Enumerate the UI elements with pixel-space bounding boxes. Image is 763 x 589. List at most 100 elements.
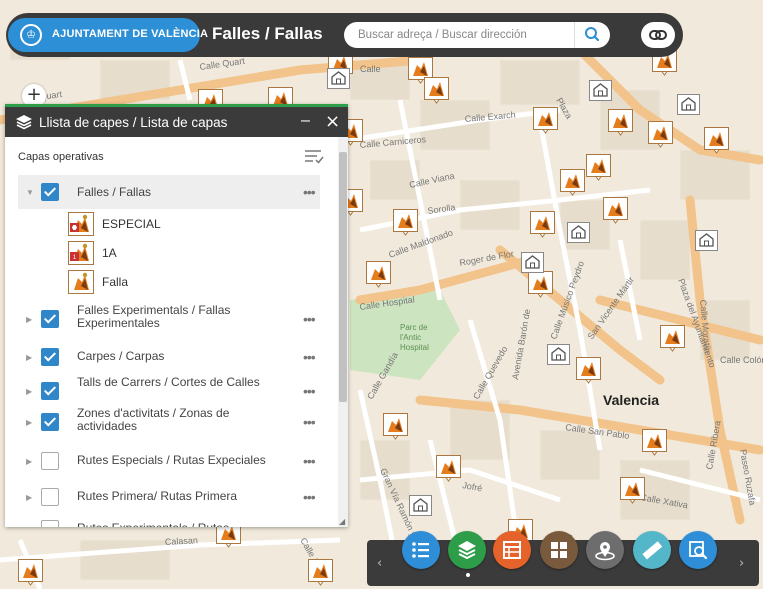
falla-marker[interactable] (586, 154, 611, 181)
layer-row[interactable]: ▶ Rutes Experimentals / Rutas ••• (18, 514, 320, 527)
falla-marker[interactable] (660, 325, 685, 352)
more-options-button[interactable]: ••• (303, 489, 316, 505)
layer-checkbox[interactable] (41, 382, 59, 400)
share-link-button[interactable] (641, 22, 675, 48)
minimize-button[interactable]: – (301, 112, 310, 130)
layer-checkbox[interactable] (41, 520, 59, 527)
falla-marker[interactable] (383, 413, 408, 440)
search-icon (585, 27, 600, 42)
layer-list-panel: Llista de capes / Lista de capas – × Cap… (5, 104, 348, 527)
location-button[interactable] (586, 531, 624, 569)
query-button[interactable] (679, 531, 717, 569)
falla-marker[interactable] (528, 271, 553, 298)
civic-building-marker[interactable] (695, 230, 718, 251)
more-options-button[interactable]: ••• (303, 311, 316, 327)
civic-building-marker[interactable] (327, 68, 350, 89)
caret-right-icon[interactable]: ▶ (26, 387, 32, 396)
brand-text: AJUNTAMENT DE VALÈNCIA (52, 28, 209, 40)
caret-down-icon[interactable]: ▼ (26, 188, 34, 197)
layer-row[interactable]: ▶ Carpes / Carpas ••• (18, 342, 320, 372)
falla-marker[interactable] (560, 169, 585, 196)
layer-checkbox[interactable] (41, 488, 59, 506)
layer-checkbox[interactable] (41, 183, 59, 201)
active-indicator (466, 573, 470, 577)
caret-right-icon[interactable]: ▶ (26, 525, 32, 527)
toolbar-next-button[interactable]: › (739, 556, 744, 571)
legend-label: ESPECIAL (102, 217, 161, 231)
more-options-button[interactable]: ••• (303, 383, 316, 399)
legend-button[interactable] (402, 531, 440, 569)
layer-row[interactable]: ▶ Rutes Primera/ Rutas Primera ••• (18, 482, 320, 512)
falla-marker[interactable] (642, 429, 667, 456)
close-button[interactable]: × (325, 111, 340, 132)
brand-badge[interactable]: ♔ AJUNTAMENT DE VALÈNCIA (8, 18, 208, 52)
link-icon (649, 30, 667, 40)
grid-icon (540, 531, 578, 574)
civic-building-marker[interactable] (677, 94, 700, 115)
app-title: Falles / Fallas (212, 24, 323, 43)
falla-marker[interactable] (603, 197, 628, 224)
basemap-gallery-button[interactable] (540, 531, 578, 569)
table-icon (493, 531, 531, 574)
attribute-table-button[interactable] (493, 531, 531, 569)
layers-icon (16, 115, 32, 130)
legend-label: Falla (102, 275, 129, 289)
falla-marker[interactable] (436, 455, 461, 482)
civic-building-marker[interactable] (521, 252, 544, 273)
scrollbar-thumb[interactable] (339, 152, 347, 402)
search-map-icon (679, 531, 717, 574)
legend-label: 1A (102, 246, 117, 260)
falla-marker[interactable] (533, 107, 558, 134)
layer-name: Talls de Carrers / Cortes de Calles (77, 375, 260, 389)
svg-text:Calle: Calle (360, 64, 381, 74)
civic-building-marker[interactable] (589, 80, 612, 101)
layer-checkbox[interactable] (41, 413, 59, 431)
layer-checkbox[interactable] (41, 310, 59, 328)
layer-row[interactable]: ▶ Zones d'activitats / Zonas de actividad… (18, 407, 320, 437)
location-icon (586, 531, 624, 574)
layer-checkbox[interactable] (41, 348, 59, 366)
more-options-button[interactable]: ••• (303, 521, 316, 527)
falla-marker[interactable] (308, 559, 333, 586)
caret-right-icon[interactable]: ▶ (26, 457, 32, 466)
falla-marker[interactable] (704, 127, 729, 154)
falla-1a-icon: 1 (68, 241, 94, 265)
falla-marker[interactable] (620, 477, 645, 504)
falla-marker[interactable] (424, 77, 449, 104)
layer-checkbox[interactable] (41, 452, 59, 470)
search-button[interactable] (574, 22, 610, 48)
civic-building-marker[interactable] (547, 344, 570, 365)
caret-right-icon[interactable]: ▶ (26, 315, 32, 324)
resize-grip-icon[interactable]: ◢ (339, 517, 345, 526)
svg-text:Hospital: Hospital (400, 343, 429, 352)
search-input[interactable] (344, 22, 574, 48)
filter-icon[interactable] (303, 147, 325, 165)
panel-title: Llista de capes / Lista de capas (39, 115, 228, 130)
more-options-button[interactable]: ••• (303, 184, 316, 200)
caret-right-icon[interactable]: ▶ (26, 493, 32, 502)
svg-text:l'Antic: l'Antic (400, 333, 421, 342)
layer-name: Rutes Especials / Rutas Expeciales (77, 453, 266, 467)
layer-row[interactable]: ▶ Rutes Especials / Rutas Expeciales ••• (18, 446, 320, 476)
falla-marker[interactable] (576, 357, 601, 384)
falla-marker[interactable] (18, 559, 43, 586)
caret-right-icon[interactable]: ▶ (26, 418, 32, 427)
toolbar-prev-button[interactable]: ‹ (377, 556, 382, 571)
layer-row[interactable]: ▼ Falles / Fallas ••• (18, 175, 320, 209)
civic-building-marker[interactable] (409, 495, 432, 516)
layer-list-button[interactable] (448, 531, 486, 569)
falla-marker[interactable] (608, 109, 633, 136)
city-label: Valencia (603, 392, 660, 408)
layer-row[interactable]: ▶ Falles Experimentals / Fallas Experimen… (18, 304, 320, 334)
layer-row[interactable]: ▶ Talls de Carrers / Cortes de Calles ••• (18, 376, 320, 406)
falla-marker[interactable] (648, 121, 673, 148)
more-options-button[interactable]: ••• (303, 349, 316, 365)
measure-button[interactable] (633, 531, 671, 569)
more-options-button[interactable]: ••• (303, 453, 316, 469)
falla-marker[interactable] (366, 261, 391, 288)
civic-building-marker[interactable] (567, 222, 590, 243)
caret-right-icon[interactable]: ▶ (26, 353, 32, 362)
falla-marker[interactable] (393, 209, 418, 236)
falla-marker[interactable] (530, 211, 555, 238)
more-options-button[interactable]: ••• (303, 414, 316, 430)
